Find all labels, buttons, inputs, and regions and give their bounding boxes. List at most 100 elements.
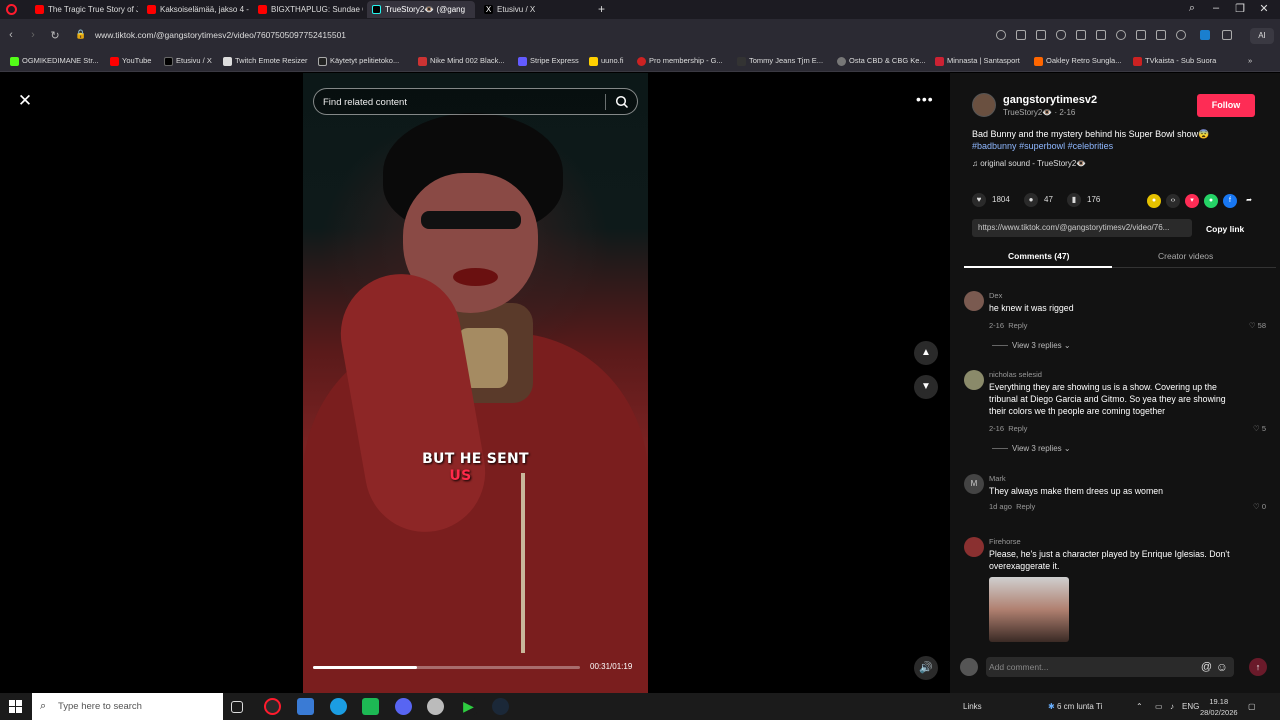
bookmark[interactable]: Minnasta | Santasport (935, 56, 1020, 66)
steam-icon[interactable] (492, 698, 509, 715)
bookmark[interactable]: TVkaista - Sub Suora (1133, 56, 1216, 66)
comment-username[interactable]: Dex (989, 291, 1002, 300)
avatar[interactable] (964, 537, 984, 557)
bookmark[interactable]: Oakley Retro Sungla... (1034, 56, 1121, 66)
previous-video-button[interactable]: ▲ (914, 341, 938, 365)
weather-widget[interactable]: ✱ 6 cm lunta Ti (1048, 702, 1102, 711)
windows-start-icon[interactable] (9, 700, 22, 713)
bookmark[interactable]: Stripe Express (518, 56, 579, 66)
whatsapp-icon[interactable]: ● (1204, 194, 1218, 208)
author-name[interactable]: gangstorytimesv2 (1003, 94, 1097, 106)
video-link-field[interactable]: https://www.tiktok.com/@gangstorytimesv2… (972, 219, 1192, 237)
follow-button[interactable]: Follow (1197, 94, 1255, 117)
reload-icon[interactable]: ↻ (48, 29, 62, 42)
avatar[interactable] (964, 291, 984, 311)
browser-tab[interactable]: The Tragic True Story of Ju (30, 1, 138, 18)
video-progress-bar[interactable] (313, 666, 580, 669)
download-icon[interactable] (1136, 30, 1146, 40)
comment-like-button[interactable]: ♡ 0 (1253, 502, 1266, 511)
avatar[interactable] (972, 93, 996, 117)
language-indicator[interactable]: ENG (1174, 702, 1199, 711)
comment-button[interactable]: ● 47 (1024, 193, 1053, 207)
bookmark[interactable]: YouTube (110, 56, 151, 66)
ai-button[interactable]: AI (1250, 28, 1274, 44)
edit-icon[interactable] (1016, 30, 1026, 40)
browser-tab[interactable]: Kaksoiselämää, jakso 4 - Li (142, 1, 250, 18)
comment-username[interactable]: nicholas selesid (989, 370, 1042, 379)
new-tab-button[interactable]: + (598, 2, 605, 16)
reply-button[interactable]: Reply (1008, 321, 1027, 330)
facebook-icon[interactable]: f (1223, 194, 1237, 208)
discord-icon[interactable] (395, 698, 412, 715)
coin-icon[interactable]: ● (1147, 194, 1161, 208)
app-icon[interactable]: ▶ (460, 698, 477, 715)
app-icon[interactable] (427, 698, 444, 715)
bookmark[interactable]: Nike Mind 002 Black... (418, 56, 505, 66)
bookmark[interactable]: Käytetyt pelitietoko... (318, 56, 399, 66)
opera-icon[interactable] (264, 698, 281, 715)
task-view-icon[interactable] (231, 701, 243, 713)
comment-like-button[interactable]: ♡ 5 (1253, 424, 1266, 433)
comment-username[interactable]: Firehorse (989, 537, 1021, 546)
bookmark[interactable]: uuno.fi (589, 56, 624, 66)
extension-icon[interactable] (1200, 30, 1210, 40)
send-icon[interactable]: ▾ (1185, 194, 1199, 208)
search-input[interactable]: Find related content (323, 97, 407, 108)
minimize-icon[interactable]: – (1208, 2, 1224, 14)
links-toolbar[interactable]: Links (963, 702, 982, 711)
browser-tab-active[interactable]: TrueStory2👁️ (@gang (367, 1, 475, 18)
share-icon[interactable]: ➦ (1242, 194, 1256, 208)
browser-tab[interactable]: X Etusivu / X (479, 1, 589, 18)
add-comment-input[interactable]: Add comment... @ ☺ (986, 657, 1234, 677)
search-tabs-icon[interactable]: ⌕ (1184, 2, 1200, 15)
bookmark[interactable]: Pro membership - G... (637, 56, 723, 66)
url-field[interactable]: www.tiktok.com/@gangstorytimesv2/video/7… (95, 30, 346, 40)
forward-icon[interactable]: › (26, 29, 40, 41)
sound-link[interactable]: ♫ original sound - TrueStory2👁️ (972, 159, 1086, 168)
edge-icon[interactable] (330, 698, 347, 715)
volume-icon[interactable]: 🔊 (914, 656, 938, 680)
play-icon[interactable] (1096, 30, 1106, 40)
hashtag-link[interactable]: #badbunny (972, 141, 1017, 151)
heart-icon[interactable] (1116, 30, 1126, 40)
back-icon[interactable]: ‹ (4, 29, 18, 41)
tab-creator-videos[interactable]: Creator videos (1158, 251, 1213, 261)
embed-icon[interactable]: ‹› (1166, 194, 1180, 208)
bookmark[interactable]: Osta CBD & CBG Ke... (837, 56, 926, 66)
post-comment-button[interactable]: ↑ (1249, 658, 1267, 676)
view-replies-button[interactable]: View 3 replies ⌄ (992, 341, 1071, 350)
app-icon[interactable] (362, 698, 379, 715)
bookmark[interactable]: Twitch Emote Resizer (223, 56, 308, 66)
search-icon[interactable] (615, 95, 629, 109)
search-icon[interactable] (996, 30, 1006, 40)
hashtag-link[interactable]: #superbowl (1019, 141, 1065, 151)
bookmark[interactable]: Etusivu / X (164, 56, 212, 66)
tray-overflow-icon[interactable]: ⌃ (1136, 702, 1143, 711)
cube-icon[interactable] (1222, 30, 1232, 40)
next-video-button[interactable]: ▼ (914, 375, 938, 399)
shield-icon[interactable] (1056, 30, 1066, 40)
save-button[interactable]: ▮ 176 (1067, 193, 1100, 207)
app-icon[interactable] (297, 698, 314, 715)
find-related-search[interactable]: Find related content (313, 88, 638, 115)
taskbar-search-input[interactable]: ⌕ Type here to search (32, 693, 223, 720)
mention-icon[interactable]: @ (1201, 657, 1212, 677)
hashtag-link[interactable]: #celebrities (1068, 141, 1114, 151)
avatar[interactable] (964, 370, 984, 390)
reply-button[interactable]: Reply (1016, 502, 1035, 511)
avatar[interactable]: M (964, 474, 984, 494)
emoji-icon[interactable]: ☺ (1216, 657, 1228, 677)
reply-button[interactable]: Reply (1008, 424, 1027, 433)
comment-image[interactable] (989, 577, 1069, 642)
network-icon[interactable]: ▭ (1155, 702, 1163, 711)
bookmarks-overflow-icon[interactable]: » (1248, 56, 1252, 65)
comment-username[interactable]: Mark (989, 474, 1006, 483)
bookmark[interactable]: OGMIKEDIMANE Str... (10, 56, 99, 66)
copy-link-button[interactable]: Copy link (1206, 224, 1244, 234)
close-window-icon[interactable]: ✕ (1256, 2, 1272, 15)
video-player[interactable]: Find related content BUT HE SENT US 00:3… (303, 73, 648, 693)
maximize-icon[interactable]: ❐ (1232, 2, 1248, 15)
like-button[interactable]: ♥ 1804 (972, 193, 1010, 207)
bookmark[interactable]: Tommy Jeans Tjm E... (737, 56, 823, 66)
clock[interactable]: 19.18 28/02/2026 (1200, 696, 1238, 718)
